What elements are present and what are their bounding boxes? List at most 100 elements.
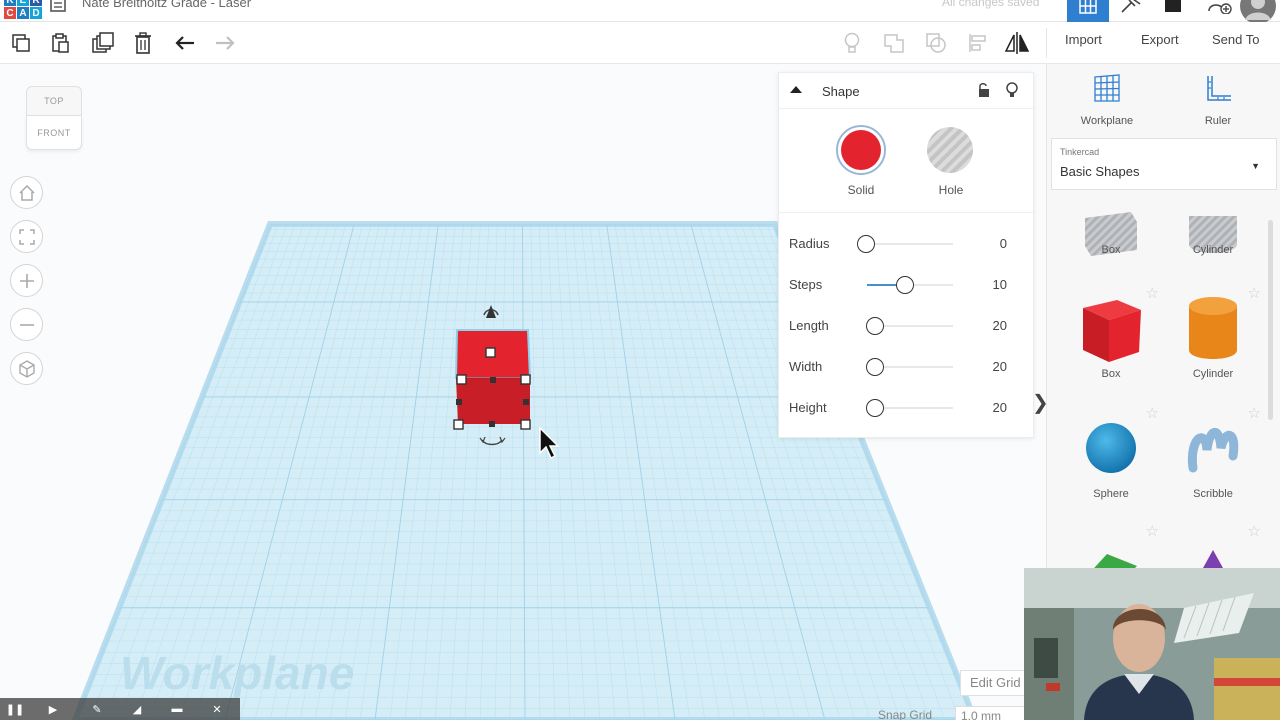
logo-tile: R	[30, 0, 42, 6]
lightbulb-icon[interactable]	[1003, 81, 1021, 99]
property-value[interactable]: 20	[969, 359, 1007, 374]
dropdown-caret-icon: ▼	[1251, 161, 1260, 171]
resize-handle[interactable]	[456, 374, 467, 385]
shape-item-scribble[interactable]: ☆ Scribble	[1163, 402, 1263, 520]
pen-icon[interactable]: ✎	[88, 702, 106, 716]
send-to-button[interactable]: Send To	[1212, 32, 1259, 47]
side-handle[interactable]	[456, 399, 462, 405]
mirror-button[interactable]	[1002, 28, 1032, 58]
document-title[interactable]: Nate Breitholtz Grade - Laser	[82, 0, 251, 10]
solid-color-swatch[interactable]	[836, 125, 886, 175]
3d-view-button[interactable]	[1067, 0, 1109, 22]
slider-thumb[interactable]	[866, 399, 884, 417]
export-button[interactable]: Export	[1141, 32, 1179, 47]
resize-handle[interactable]	[520, 419, 531, 430]
pause-icon[interactable]: ❚❚	[6, 702, 24, 716]
property-value[interactable]: 10	[969, 277, 1007, 292]
shape-label: Scribble	[1193, 488, 1233, 500]
panel-scrollbar[interactable]	[1268, 220, 1273, 420]
add-user-button[interactable]	[1203, 0, 1235, 22]
snap-grid-select[interactable]: 1.0 mm	[955, 706, 1025, 720]
workplane-tool[interactable]: Workplane	[1067, 74, 1147, 127]
app-header: KER CAD Nate Breitholtz Grade - Laser All…	[0, 0, 1280, 24]
favorite-star-icon[interactable]: ☆	[1146, 522, 1159, 540]
align-button[interactable]	[963, 28, 993, 58]
property-value[interactable]: 20	[969, 318, 1007, 333]
collapse-caret-icon[interactable]	[789, 83, 803, 97]
favorite-star-icon[interactable]: ☆	[1248, 404, 1261, 422]
property-value[interactable]: 20	[969, 400, 1007, 415]
zoom-out-button[interactable]	[10, 308, 43, 341]
property-row-length: Length 20	[779, 311, 1035, 341]
shape-item-sphere[interactable]: ☆ Sphere	[1061, 402, 1161, 520]
home-view-button[interactable]	[10, 176, 43, 209]
close-icon[interactable]: ✕	[208, 702, 226, 716]
user-avatar[interactable]	[1238, 0, 1278, 24]
view-cube-front[interactable]: FRONT	[26, 116, 82, 150]
favorite-star-icon[interactable]: ☆	[1248, 284, 1261, 302]
slider-thumb[interactable]	[857, 235, 875, 253]
redo-button[interactable]	[210, 28, 240, 58]
shape-item-cylinder[interactable]: ☆ Cylinder	[1163, 282, 1263, 400]
property-slider[interactable]	[866, 399, 953, 417]
redo-arrow-icon	[216, 36, 235, 50]
lock-icon[interactable]	[975, 81, 993, 99]
tinkercad-logo[interactable]: KER CAD	[0, 0, 42, 22]
property-slider[interactable]	[857, 235, 953, 253]
design-list-icon[interactable]	[50, 0, 66, 17]
screen-icon[interactable]: ▬	[168, 702, 186, 716]
resize-handle[interactable]	[453, 419, 464, 430]
copy-button[interactable]	[6, 28, 36, 58]
slider-thumb[interactable]	[866, 317, 884, 335]
import-button[interactable]: Import	[1065, 32, 1102, 47]
paste-button[interactable]	[46, 28, 76, 58]
property-row-height: Height 20	[779, 393, 1035, 423]
fit-view-button[interactable]	[10, 220, 43, 253]
hole-label: Hole	[938, 183, 964, 197]
shape-label: Box	[1101, 244, 1121, 256]
side-handle[interactable]	[523, 399, 529, 405]
ruler-tool[interactable]: Ruler	[1178, 74, 1258, 127]
rotate-handle-bottom[interactable]	[481, 439, 503, 446]
perspective-button[interactable]	[10, 352, 43, 385]
duplicate-button[interactable]	[88, 28, 118, 58]
show-all-button[interactable]	[837, 28, 867, 58]
property-slider[interactable]	[866, 317, 953, 335]
hole-swatch[interactable]	[927, 127, 973, 173]
lightbulb-icon	[844, 32, 860, 53]
shape-library-dropdown[interactable]: Tinkercad Basic Shapes ▼	[1051, 138, 1277, 190]
webcam-overlay	[1024, 568, 1280, 720]
zoom-in-button[interactable]	[10, 264, 43, 297]
view-cube[interactable]: TOP FRONT	[26, 86, 82, 152]
group-button[interactable]	[879, 28, 909, 58]
property-slider[interactable]	[866, 358, 953, 376]
side-handle[interactable]	[490, 377, 496, 383]
property-value[interactable]: 0	[969, 236, 1007, 251]
slider-thumb[interactable]	[896, 276, 914, 294]
favorite-star-icon[interactable]: ☆	[1146, 404, 1159, 422]
property-slider[interactable]	[867, 276, 953, 294]
slider-thumb[interactable]	[866, 358, 884, 376]
property-label: Steps	[789, 277, 823, 292]
hammer-icon	[1121, 0, 1141, 13]
property-label: Width	[789, 359, 823, 374]
tinkercad-editor: KER CAD Nate Breitholtz Grade - Laser All…	[0, 0, 1280, 720]
view-cube-top[interactable]: TOP	[26, 86, 82, 116]
property-label: Length	[789, 318, 829, 333]
blocks-button[interactable]	[1114, 0, 1148, 22]
ungroup-button[interactable]	[921, 28, 951, 58]
delete-button[interactable]	[128, 28, 158, 58]
favorite-star-icon[interactable]: ☆	[1146, 284, 1159, 302]
copy-icon	[12, 34, 30, 52]
shape-inspector: Shape Solid Hole Radius 0 Steps 10 Length 20 W…	[778, 72, 1035, 438]
undo-button[interactable]	[170, 28, 200, 58]
shape-item-box[interactable]: ☆ Box	[1061, 282, 1161, 400]
lift-cone-handle[interactable]	[486, 305, 496, 318]
draw-icon[interactable]: ◢	[128, 702, 146, 716]
resize-handle[interactable]	[485, 347, 496, 358]
resize-handle[interactable]	[520, 374, 531, 385]
favorite-star-icon[interactable]: ☆	[1248, 522, 1261, 540]
play-icon[interactable]: ▶	[44, 702, 62, 716]
side-handle[interactable]	[489, 421, 495, 427]
codeblocks-button[interactable]	[1158, 0, 1188, 22]
